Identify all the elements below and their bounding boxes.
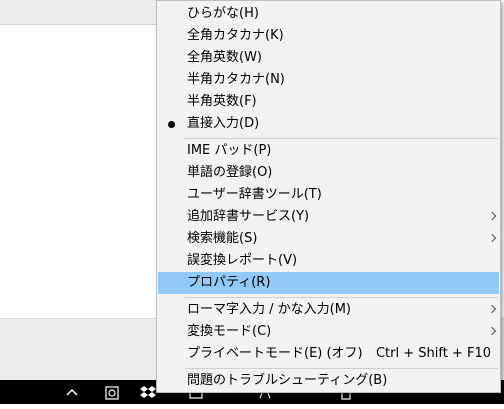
menu-item-label: ユーザー辞書ツール(T) xyxy=(187,187,322,202)
menu-item-label: 直接入力(D) xyxy=(187,116,260,131)
menu-item-label: 全角英数(W) xyxy=(187,50,262,65)
menu-item-label: 誤変換レポート(V) xyxy=(187,253,298,268)
menu-item-user-dictionary-tool[interactable]: ユーザー辞書ツール(T) xyxy=(158,184,499,206)
menu-item-fullwidth-alphanumeric[interactable]: 全角英数(W) xyxy=(158,47,499,69)
ime-context-menu: ひらがな(H) 全角カタカナ(K) 全角英数(W) 半角カタカナ(N) 半角英数… xyxy=(156,0,501,393)
menu-item-word-registration[interactable]: 単語の登録(O) xyxy=(158,162,499,184)
menu-item-private-mode[interactable]: プライベートモード(E) (オフ) Ctrl + Shift + F10 xyxy=(158,343,499,365)
menu-item-label: 半角カタカナ(N) xyxy=(187,72,285,87)
chevron-right-icon xyxy=(487,326,497,336)
menu-item-label: 検索機能(S) xyxy=(187,231,258,246)
menu-separator xyxy=(185,297,498,298)
menu-item-additional-dictionary-service[interactable]: 追加辞書サービス(Y) xyxy=(158,206,499,228)
menu-item-ime-pad[interactable]: IME パッド(P) xyxy=(158,140,499,162)
menu-separator xyxy=(185,138,498,139)
menu-item-fullwidth-katakana[interactable]: 全角カタカナ(K) xyxy=(158,25,499,47)
window-toolbar xyxy=(0,0,158,25)
menu-item-label: 問題のトラブルシューティング(B) xyxy=(187,373,388,388)
menu-item-hiragana[interactable]: ひらがな(H) xyxy=(158,3,499,25)
menu-item-label: プロパティ(R) xyxy=(187,275,271,290)
dropbox-icon[interactable] xyxy=(138,382,158,402)
menu-item-label: 全角カタカナ(K) xyxy=(187,28,284,43)
menu-item-troubleshooting[interactable]: 問題のトラブルシューティング(B) xyxy=(158,370,499,392)
menu-item-label: ローマ字入力 / かな入力(M) xyxy=(187,302,352,317)
menu-item-misconversion-report[interactable]: 誤変換レポート(V) xyxy=(158,250,499,272)
menu-item-properties[interactable]: プロパティ(R) xyxy=(158,272,499,294)
menu-item-search-function[interactable]: 検索機能(S) xyxy=(158,228,499,250)
menu-item-label: 単語の登録(O) xyxy=(187,165,273,180)
chevron-right-icon xyxy=(487,304,497,314)
menu-item-romaji-kana-input[interactable]: ローマ字入力 / かな入力(M) xyxy=(158,299,499,321)
menu-separator xyxy=(185,368,498,369)
keyboard-shortcut: Ctrl + Shift + F10 xyxy=(375,346,491,361)
checked-bullet-icon xyxy=(168,121,175,128)
menu-item-halfwidth-alphanumeric[interactable]: 半角英数(F) xyxy=(158,91,499,113)
menu-item-direct-input[interactable]: 直接入力(D) xyxy=(158,113,499,135)
chevron-right-icon xyxy=(487,211,497,221)
menu-item-label: 半角英数(F) xyxy=(187,94,257,109)
chevron-up-icon[interactable] xyxy=(62,382,82,402)
menu-item-conversion-mode[interactable]: 変換モード(C) xyxy=(158,321,499,343)
menu-item-label: 変換モード(C) xyxy=(187,324,272,339)
menu-item-label: ひらがな(H) xyxy=(187,6,259,21)
chevron-right-icon xyxy=(487,233,497,243)
menu-item-halfwidth-katakana[interactable]: 半角カタカナ(N) xyxy=(158,69,499,91)
menu-item-label: 追加辞書サービス(Y) xyxy=(187,209,310,224)
app-icon[interactable] xyxy=(102,382,122,402)
menu-item-label: IME パッド(P) xyxy=(187,143,272,158)
menu-item-label: プライベートモード(E) (オフ) xyxy=(187,346,363,361)
